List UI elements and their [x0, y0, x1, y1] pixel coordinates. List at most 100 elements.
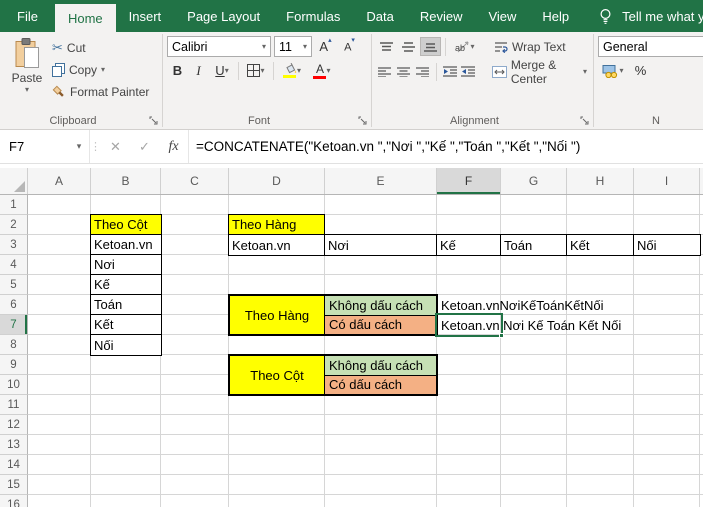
- tab-help[interactable]: Help: [529, 0, 582, 32]
- cell-e10[interactable]: Có dấu cách: [325, 376, 436, 395]
- row-header-2[interactable]: 2: [0, 215, 28, 235]
- font-size-combo[interactable]: 11 ▾: [274, 36, 312, 57]
- cancel-button[interactable]: ✕: [101, 130, 130, 163]
- tab-file[interactable]: File: [0, 0, 55, 32]
- tell-me-search[interactable]: Tell me what you w: [598, 0, 703, 32]
- name-box[interactable]: F7 ▾: [0, 130, 89, 163]
- enter-button[interactable]: ✓: [130, 130, 159, 163]
- tab-view[interactable]: View: [475, 0, 529, 32]
- cell-e3[interactable]: Nơi: [325, 235, 437, 255]
- cell-i3[interactable]: Nối: [634, 235, 700, 255]
- italic-button[interactable]: I: [188, 61, 209, 80]
- align-center-button[interactable]: [395, 62, 413, 81]
- cell-g3[interactable]: Toán: [501, 235, 567, 255]
- grow-font-button[interactable]: A▴: [315, 37, 336, 56]
- row-header-6[interactable]: 6: [0, 295, 28, 315]
- tab-insert[interactable]: Insert: [116, 0, 175, 32]
- format-painter-button[interactable]: Format Painter: [50, 82, 151, 102]
- copy-button[interactable]: Copy ▾: [50, 60, 151, 80]
- borders-button[interactable]: ▾: [242, 61, 270, 80]
- alignment-dialog-launcher[interactable]: [579, 115, 590, 126]
- row-header-15[interactable]: 15: [0, 475, 28, 495]
- insert-function-button[interactable]: fx: [159, 130, 188, 163]
- row-header-10[interactable]: 10: [0, 375, 28, 395]
- tab-page-layout[interactable]: Page Layout: [174, 0, 273, 32]
- row-header-5[interactable]: 5: [0, 275, 28, 295]
- column-header-c[interactable]: C: [161, 168, 229, 194]
- align-left-button[interactable]: [376, 62, 394, 81]
- row-header-13[interactable]: 13: [0, 435, 28, 455]
- middle-align-button[interactable]: [398, 37, 419, 56]
- fill-handle[interactable]: [499, 333, 504, 338]
- cell-b5[interactable]: Kế: [91, 275, 161, 295]
- row-header-11[interactable]: 11: [0, 395, 28, 415]
- align-right-button[interactable]: [414, 62, 432, 81]
- cell-d9-d10-merged[interactable]: Theo Cột: [230, 356, 325, 394]
- cell-d2[interactable]: Theo Hàng: [228, 214, 325, 235]
- top-align-button[interactable]: [376, 37, 397, 56]
- row-header-16[interactable]: 16: [0, 495, 28, 507]
- tab-formulas[interactable]: Formulas: [273, 0, 353, 32]
- underline-button[interactable]: U ▾: [209, 61, 235, 80]
- paste-button[interactable]: Paste ▾: [4, 36, 50, 102]
- bottom-align-button[interactable]: [420, 37, 441, 56]
- row-header-7[interactable]: 7: [0, 315, 28, 335]
- row-header-12[interactable]: 12: [0, 415, 28, 435]
- column-header-h[interactable]: H: [567, 168, 634, 194]
- tab-review[interactable]: Review: [407, 0, 476, 32]
- cell-f6[interactable]: Ketoan.vnNơiKếToánKếtNối: [437, 295, 603, 315]
- select-all-corner[interactable]: [0, 168, 28, 194]
- cell-b6[interactable]: Toán: [91, 295, 161, 315]
- row-header-1[interactable]: 1: [0, 195, 28, 215]
- cell-b4[interactable]: Nơi: [91, 255, 161, 275]
- font-name-combo[interactable]: Calibri ▾: [167, 36, 271, 57]
- percent-style-button[interactable]: %: [630, 61, 651, 80]
- cell-b3[interactable]: Ketoan.vn: [91, 235, 161, 255]
- formula-input[interactable]: =CONCATENATE("Ketoan.vn ","Nơi ","Kế ","…: [188, 130, 703, 163]
- cell-e6[interactable]: Không dấu cách: [325, 296, 436, 316]
- cut-button[interactable]: ✂ Cut: [50, 38, 151, 58]
- tab-data[interactable]: Data: [353, 0, 406, 32]
- decrease-indent-button[interactable]: [441, 62, 459, 81]
- fill-color-button[interactable]: ▾: [277, 61, 307, 80]
- selection-border-f7[interactable]: [435, 313, 503, 337]
- formula-bar-grip[interactable]: ⋮: [89, 130, 101, 163]
- column-header-f[interactable]: F: [437, 168, 501, 194]
- bold-button[interactable]: B: [167, 61, 188, 80]
- cell-f3[interactable]: Kế: [437, 235, 501, 255]
- cell-e7[interactable]: Có dấu cách: [325, 316, 436, 335]
- cell-b8[interactable]: Nối: [91, 335, 161, 355]
- name-box-dropdown-icon[interactable]: ▾: [69, 141, 89, 152]
- cell-d3[interactable]: Ketoan.vn: [229, 235, 325, 255]
- wrap-text-button[interactable]: Wrap Text: [490, 36, 570, 57]
- tab-home[interactable]: Home: [55, 4, 116, 32]
- cell-e9[interactable]: Không dấu cách: [325, 356, 436, 376]
- row-header-9[interactable]: 9: [0, 355, 28, 375]
- cell-d6-d7-merged[interactable]: Theo Hàng: [230, 296, 325, 334]
- row-header-8[interactable]: 8: [0, 335, 28, 355]
- row-header-3[interactable]: 3: [0, 235, 28, 255]
- increase-indent-button[interactable]: [460, 62, 478, 81]
- clipboard-dialog-launcher[interactable]: [148, 115, 159, 126]
- number-format-combo[interactable]: General ▾: [598, 36, 703, 57]
- cell-h3[interactable]: Kết: [567, 235, 634, 255]
- column-header-a[interactable]: A: [28, 168, 91, 194]
- shrink-font-button[interactable]: A▾: [339, 37, 360, 56]
- accounting-format-button[interactable]: ▾: [598, 61, 628, 80]
- cell-b2[interactable]: Theo Cột: [91, 215, 161, 235]
- orientation-button[interactable]: ab ▾: [450, 37, 480, 56]
- column-header-b[interactable]: B: [91, 168, 161, 194]
- cell-b7[interactable]: Kết: [91, 315, 161, 335]
- column-header-i[interactable]: I: [634, 168, 700, 194]
- row-header-14[interactable]: 14: [0, 455, 28, 475]
- row-header-4[interactable]: 4: [0, 255, 28, 275]
- merge-center-button[interactable]: Merge & Center ▾: [488, 61, 591, 82]
- paste-dropdown-icon[interactable]: ▾: [25, 86, 29, 94]
- column-header-g[interactable]: G: [501, 168, 567, 194]
- font-dialog-launcher[interactable]: [357, 115, 368, 126]
- font-color-button[interactable]: A ▾: [307, 61, 337, 80]
- column-header-e[interactable]: E: [325, 168, 437, 194]
- column-header-d[interactable]: D: [229, 168, 325, 194]
- copy-dropdown-icon[interactable]: ▾: [101, 66, 105, 74]
- grid-body[interactable]: Theo Cột Ketoan.vn Nơi Kế Toán Kết Nối T…: [28, 195, 703, 507]
